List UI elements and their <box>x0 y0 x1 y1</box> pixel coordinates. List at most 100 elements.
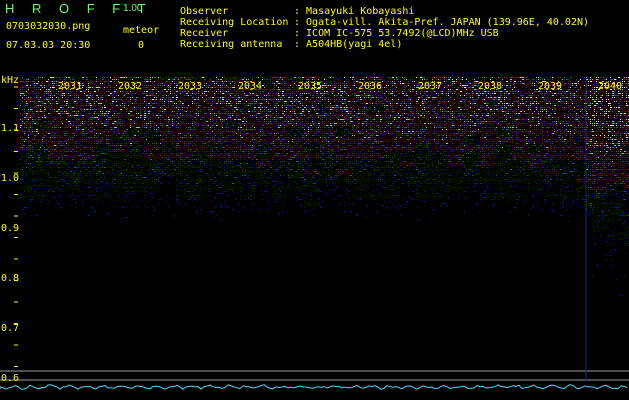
noise-speck <box>532 101 533 102</box>
noise-speck <box>220 123 222 124</box>
noise-speck <box>306 107 308 108</box>
noise-speck <box>356 125 357 126</box>
noise-speck <box>576 79 577 80</box>
noise-speck <box>336 101 337 102</box>
noise-speck <box>498 93 499 94</box>
noise-speck <box>46 81 48 82</box>
noise-speck <box>424 117 425 118</box>
noise-speck <box>164 109 166 110</box>
noise-speck <box>298 119 300 120</box>
noise-speck <box>198 99 199 100</box>
noise-speck <box>368 95 370 96</box>
noise-speck <box>524 97 525 98</box>
noise-speck <box>412 83 413 84</box>
noise-speck <box>446 91 447 92</box>
noise-speck <box>336 77 337 78</box>
noise-speck <box>518 103 519 104</box>
noise-speck <box>482 105 483 106</box>
noise-speck <box>494 113 495 114</box>
noise-speck <box>170 89 171 90</box>
noise-speck <box>198 95 199 96</box>
noise-speck <box>48 109 49 110</box>
noise-speck <box>510 79 512 80</box>
noise-speck <box>464 125 466 126</box>
noise-speck <box>54 125 55 126</box>
noise-speck <box>142 121 143 122</box>
noise-speck <box>390 125 391 126</box>
noise-speck <box>258 115 259 116</box>
noise-speck <box>152 77 153 78</box>
noise-speck <box>226 125 227 126</box>
noise-speck <box>618 107 620 108</box>
noise-speck <box>248 103 250 104</box>
noise-speck <box>490 79 491 80</box>
noise-speck <box>550 103 551 104</box>
noise-speck <box>516 121 517 122</box>
noise-speck <box>392 89 393 90</box>
noise-speck <box>220 125 221 126</box>
noise-speck <box>246 121 247 122</box>
noise-speck <box>172 81 173 82</box>
noise-speck <box>188 103 189 104</box>
noise-speck <box>410 117 411 118</box>
noise-speck <box>150 91 151 92</box>
noise-speck <box>358 121 359 122</box>
noise-speck <box>510 111 511 112</box>
noise-speck <box>570 105 571 106</box>
noise-speck <box>486 115 488 116</box>
noise-speck <box>608 117 609 118</box>
noise-speck <box>202 93 203 94</box>
noise-speck <box>154 99 156 100</box>
noise-speck <box>194 121 195 122</box>
noise-speck <box>338 97 339 98</box>
noise-speck <box>342 101 343 102</box>
noise-speck <box>190 101 191 102</box>
noise-speck <box>102 127 103 128</box>
noise-speck <box>174 89 175 90</box>
noise-speck <box>402 101 403 102</box>
noise-speck <box>20 81 22 82</box>
noise-speck <box>510 115 511 116</box>
noise-speck <box>530 85 532 86</box>
noise-speck <box>134 123 135 124</box>
noise-speck <box>502 115 503 116</box>
noise-speck <box>276 109 277 110</box>
noise-speck <box>132 97 133 98</box>
noise-speck <box>204 113 206 114</box>
noise-speck <box>626 85 627 86</box>
noise-speck <box>76 95 77 96</box>
noise-speck <box>270 123 272 124</box>
noise-speck <box>22 93 24 94</box>
noise-speck <box>478 121 479 122</box>
noise-speck <box>594 123 595 124</box>
noise-speck <box>406 103 407 104</box>
noise-speck <box>28 79 29 80</box>
hroft-window: H R O F F T 1.00 0703032030.png 07.03.03… <box>0 0 629 400</box>
noise-speck <box>514 89 516 90</box>
noise-speck <box>310 97 312 98</box>
noise-speck <box>506 97 507 98</box>
noise-speck <box>350 91 351 92</box>
noise-speck <box>606 99 607 100</box>
noise-speck <box>150 105 152 106</box>
noise-speck <box>528 109 529 110</box>
noise-speck <box>162 83 163 84</box>
noise-speck <box>608 97 609 98</box>
noise-speck <box>422 99 424 100</box>
noise-speck <box>240 103 241 104</box>
noise-speck <box>194 103 195 104</box>
noise-speck <box>356 95 358 96</box>
noise-speck <box>446 81 447 82</box>
noise-speck <box>222 125 223 126</box>
noise-speck <box>130 95 132 96</box>
noise-speck <box>430 123 431 124</box>
noise-speck <box>584 117 585 118</box>
noise-speck <box>516 117 517 118</box>
noise-speck <box>536 81 537 82</box>
noise-speck <box>442 103 443 104</box>
noise-speck <box>606 101 607 102</box>
noise-speck <box>140 115 142 116</box>
noise-speck <box>590 119 591 120</box>
noise-speck <box>216 103 218 104</box>
noise-speck <box>88 105 89 106</box>
